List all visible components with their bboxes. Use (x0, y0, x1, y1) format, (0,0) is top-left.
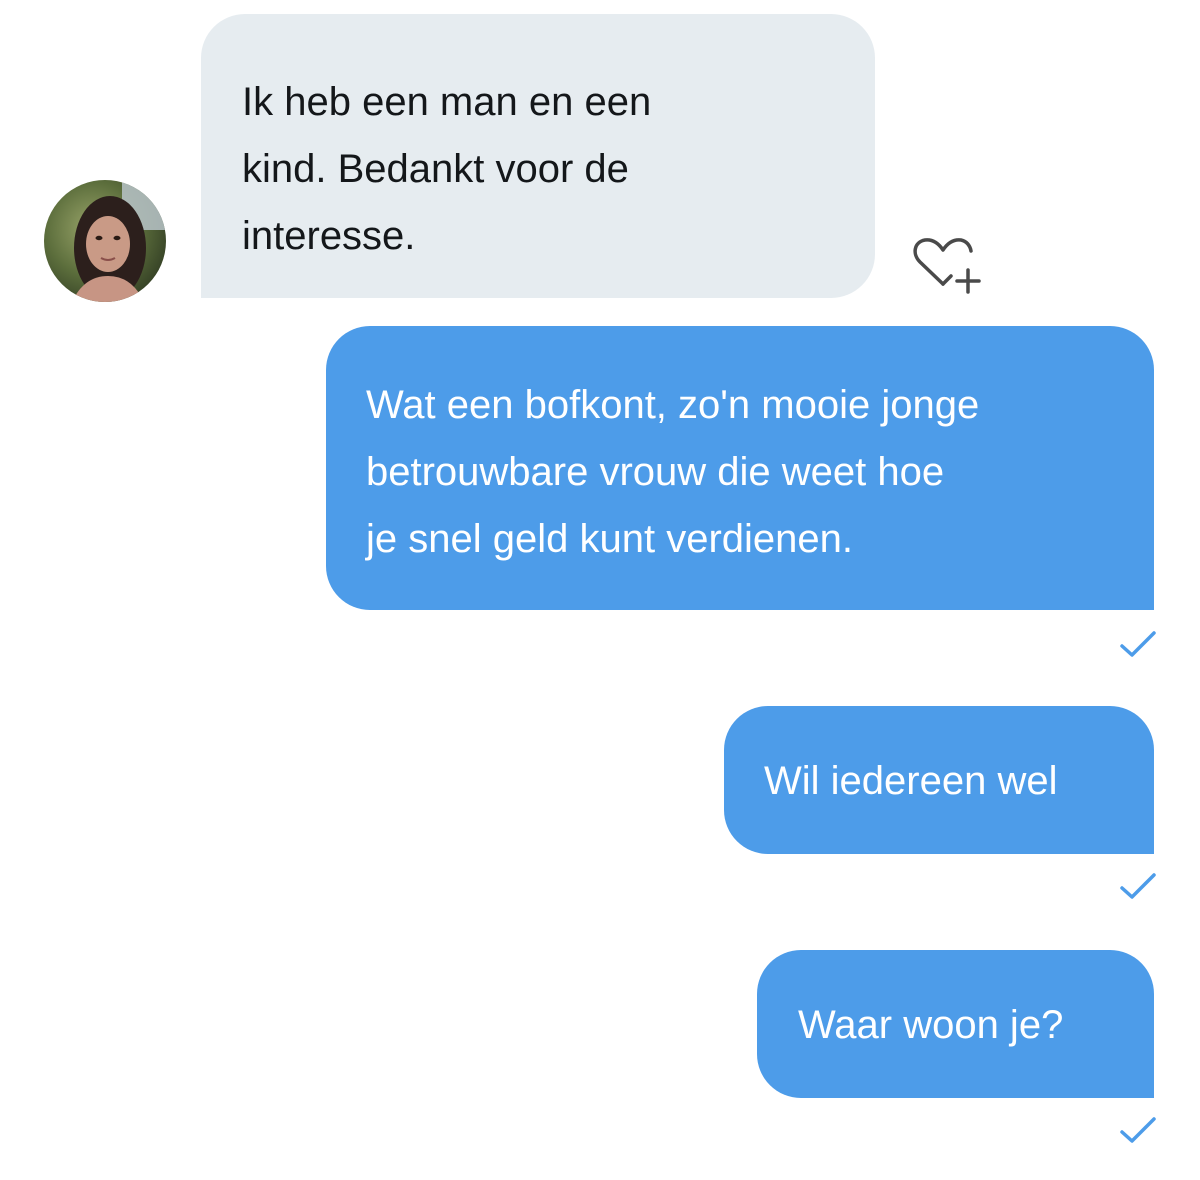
message-thread: Ik heb een man en een kind. Bedankt voor… (0, 0, 1200, 1180)
message-bubble-received: Ik heb een man en een kind. Bedankt voor… (201, 14, 875, 298)
checkmark-icon (1118, 1116, 1158, 1146)
checkmark-icon (1118, 872, 1158, 902)
heart-plus-icon[interactable] (906, 232, 986, 296)
avatar-photo (44, 180, 166, 302)
checkmark-icon (1118, 630, 1158, 660)
message-bubble-sent: Wat een bofkont, zo'n mooie jonge betrou… (326, 326, 1154, 610)
message-bubble-sent: Waar woon je? (757, 950, 1154, 1098)
sender-avatar[interactable] (44, 180, 166, 302)
message-bubble-sent: Wil iedereen wel (724, 706, 1154, 854)
